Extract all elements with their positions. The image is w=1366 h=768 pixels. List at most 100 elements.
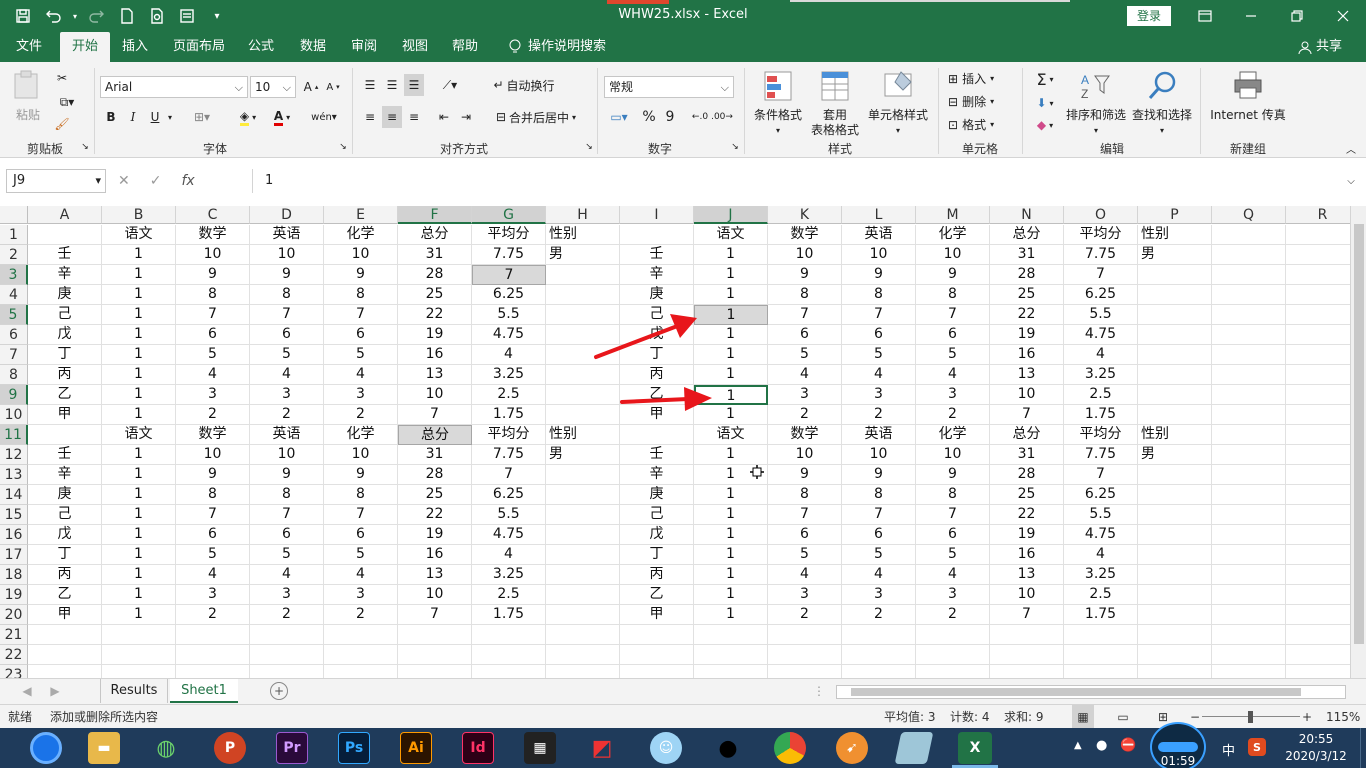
cell-r12[interactable] <box>1286 445 1350 465</box>
cell-q12[interactable] <box>1212 445 1286 465</box>
cell-r6[interactable] <box>1286 325 1350 345</box>
cell-b2[interactable]: 1 <box>102 245 176 265</box>
cell-b9[interactable]: 1 <box>102 385 176 405</box>
cell-d10[interactable]: 2 <box>250 405 324 425</box>
cell-b13[interactable]: 1 <box>102 465 176 485</box>
customize-qat-icon[interactable]: ▾ <box>204 3 230 29</box>
cell-g7[interactable]: 4 <box>472 345 546 365</box>
cell-l13[interactable]: 9 <box>842 465 916 485</box>
cell-r4[interactable] <box>1286 285 1350 305</box>
cell-h19[interactable] <box>546 585 620 605</box>
cell-f18[interactable]: 13 <box>398 565 472 585</box>
cell-m13[interactable]: 9 <box>916 465 990 485</box>
cell-a14[interactable]: 庚 <box>28 485 102 505</box>
clear-icon[interactable]: ◆ ▾ <box>1030 114 1060 136</box>
tab-split-icon[interactable]: ⋮ <box>813 684 825 698</box>
cell-g6[interactable]: 4.75 <box>472 325 546 345</box>
cell-m4[interactable]: 8 <box>916 285 990 305</box>
format-painter-icon[interactable]: 🖌 <box>52 114 72 134</box>
cell-p23[interactable] <box>1138 665 1212 678</box>
cell-h8[interactable] <box>546 365 620 385</box>
row-header[interactable]: 21 <box>0 625 28 645</box>
cell-j23[interactable] <box>694 665 768 678</box>
undo-dropdown-icon[interactable]: ▾ <box>70 3 80 29</box>
cell-o11[interactable]: 平均分 <box>1064 425 1138 445</box>
cell-a18[interactable]: 丙 <box>28 565 102 585</box>
cell-q20[interactable] <box>1212 605 1286 625</box>
cell-e18[interactable]: 4 <box>324 565 398 585</box>
cell-i15[interactable]: 己 <box>620 505 694 525</box>
font-name-select[interactable]: Arial ⌵ <box>100 76 248 98</box>
row-header[interactable]: 4 <box>0 285 28 305</box>
cell-r7[interactable] <box>1286 345 1350 365</box>
cell-d7[interactable]: 5 <box>250 345 324 365</box>
video-editor-icon[interactable]: ▦ <box>524 732 556 764</box>
cell-i11[interactable] <box>620 425 694 445</box>
cell-a4[interactable]: 庚 <box>28 285 102 305</box>
cell-o7[interactable]: 4 <box>1064 345 1138 365</box>
cell-e12[interactable]: 10 <box>324 445 398 465</box>
cell-d5[interactable]: 7 <box>250 305 324 325</box>
expand-formula-icon[interactable]: ⌵ <box>1344 174 1358 188</box>
cell-d13[interactable]: 9 <box>250 465 324 485</box>
cell-g2[interactable]: 7.75 <box>472 245 546 265</box>
sort-filter-button[interactable]: AZ 排序和筛选 ▾ <box>1064 70 1128 138</box>
cell-q15[interactable] <box>1212 505 1286 525</box>
cell-n4[interactable]: 25 <box>990 285 1064 305</box>
cell-l19[interactable]: 3 <box>842 585 916 605</box>
currency-icon[interactable]: ▭▾ <box>604 106 634 128</box>
cell-e13[interactable]: 9 <box>324 465 398 485</box>
cell-m14[interactable]: 8 <box>916 485 990 505</box>
align-right-icon[interactable]: ≡ <box>404 106 424 128</box>
cell-o13[interactable]: 7 <box>1064 465 1138 485</box>
cell-j6[interactable]: 1 <box>694 325 768 345</box>
cell-m1[interactable]: 化学 <box>916 225 990 245</box>
cell-c12[interactable]: 10 <box>176 445 250 465</box>
cell-e21[interactable] <box>324 625 398 645</box>
cell-e6[interactable]: 6 <box>324 325 398 345</box>
cell-m19[interactable]: 3 <box>916 585 990 605</box>
cell-i8[interactable]: 丙 <box>620 365 694 385</box>
cell-k19[interactable]: 3 <box>768 585 842 605</box>
cell-k6[interactable]: 6 <box>768 325 842 345</box>
cell-d6[interactable]: 6 <box>250 325 324 345</box>
cell-f14[interactable]: 25 <box>398 485 472 505</box>
cell-k2[interactable]: 10 <box>768 245 842 265</box>
select-all-corner[interactable] <box>0 206 28 224</box>
photoshop-icon[interactable]: Ps <box>338 732 370 764</box>
cell-r2[interactable] <box>1286 245 1350 265</box>
cell-c4[interactable]: 8 <box>176 285 250 305</box>
cell-i12[interactable]: 壬 <box>620 445 694 465</box>
cell-p22[interactable] <box>1138 645 1212 665</box>
cell-h3[interactable] <box>546 265 620 285</box>
cell-f8[interactable]: 13 <box>398 365 472 385</box>
cell-g23[interactable] <box>472 665 546 678</box>
cell-m9[interactable]: 3 <box>916 385 990 405</box>
clock-date[interactable]: 2020/3/12 <box>1282 749 1350 763</box>
cell-e17[interactable]: 5 <box>324 545 398 565</box>
cell-b16[interactable]: 1 <box>102 525 176 545</box>
cell-g14[interactable]: 6.25 <box>472 485 546 505</box>
cell-i4[interactable]: 庚 <box>620 285 694 305</box>
cell-r11[interactable] <box>1286 425 1350 445</box>
find-select-button[interactable]: 查找和选择 ▾ <box>1130 70 1194 138</box>
cell-g1[interactable]: 平均分 <box>472 225 546 245</box>
autosum-icon[interactable]: Σ ▾ <box>1030 68 1060 90</box>
cell-styles-button[interactable]: 单元格样式 ▾ <box>866 70 930 138</box>
premiere-icon[interactable]: Pr <box>276 732 308 764</box>
cell-e15[interactable]: 7 <box>324 505 398 525</box>
cell-j1[interactable]: 语文 <box>694 225 768 245</box>
cell-h4[interactable] <box>546 285 620 305</box>
cell-j14[interactable]: 1 <box>694 485 768 505</box>
cell-c13[interactable]: 9 <box>176 465 250 485</box>
cell-o21[interactable] <box>1064 625 1138 645</box>
cancel-icon[interactable]: ✕ <box>118 173 130 189</box>
cell-h12[interactable]: 男 <box>546 445 620 465</box>
cell-m3[interactable]: 9 <box>916 265 990 285</box>
cell-l9[interactable]: 3 <box>842 385 916 405</box>
alignment-launcher-icon[interactable]: ↘ <box>584 140 594 154</box>
cell-p14[interactable] <box>1138 485 1212 505</box>
cell-a19[interactable]: 乙 <box>28 585 102 605</box>
cell-f22[interactable] <box>398 645 472 665</box>
copy-icon[interactable]: ⧉▾ <box>52 92 82 112</box>
